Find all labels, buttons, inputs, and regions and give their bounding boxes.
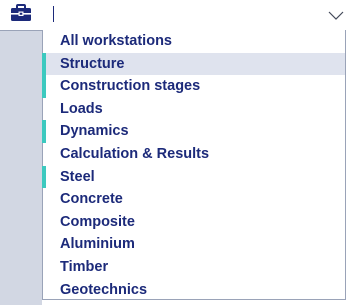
chevron-down-icon[interactable] xyxy=(328,8,344,20)
workstation-combobox[interactable] xyxy=(42,0,347,30)
text-caret xyxy=(53,6,54,22)
option-label: Geotechnics xyxy=(60,281,148,298)
bottom-strip xyxy=(42,300,347,305)
option-label: Timber xyxy=(60,258,109,275)
workstation-dropdown-list: All workstations Structure Construction … xyxy=(42,30,346,300)
workstation-option-all[interactable]: All workstations xyxy=(43,30,345,53)
workstation-option-dynamics[interactable]: Dynamics xyxy=(42,120,345,143)
workstation-option-composite[interactable]: Composite xyxy=(43,211,345,234)
option-label: All workstations xyxy=(60,33,172,49)
workstation-option-geotechnics[interactable]: Geotechnics xyxy=(43,279,345,302)
workstation-option-steel[interactable]: Steel xyxy=(42,165,345,189)
workstation-option-construction-stages[interactable]: Construction stages xyxy=(42,75,345,98)
active-marker xyxy=(42,75,46,98)
option-label: Concrete xyxy=(60,191,123,208)
option-label: Calculation & Results xyxy=(60,145,210,162)
option-label: Composite xyxy=(60,213,135,230)
option-label: Aluminium xyxy=(60,236,135,253)
workstation-option-timber[interactable]: Timber xyxy=(43,256,345,279)
option-label: Loads xyxy=(60,100,103,117)
workstation-option-calculation-results[interactable]: Calculation & Results xyxy=(43,143,345,166)
left-panel xyxy=(0,0,42,305)
toolbox-button[interactable] xyxy=(0,0,42,30)
panel-divider xyxy=(0,30,42,31)
option-label: Structure xyxy=(60,55,125,72)
workstation-option-concrete[interactable]: Concrete xyxy=(43,188,345,211)
option-label: Steel xyxy=(60,168,95,185)
workstation-option-aluminium[interactable]: Aluminium xyxy=(43,233,345,256)
active-marker xyxy=(42,52,46,76)
active-marker xyxy=(42,120,46,143)
workstation-option-structure[interactable]: Structure xyxy=(42,52,345,76)
workstation-option-loads[interactable]: Loads xyxy=(43,98,345,121)
toolbox-icon xyxy=(10,3,32,27)
active-marker xyxy=(42,165,46,189)
option-label: Dynamics xyxy=(60,123,129,140)
option-label: Construction stages xyxy=(60,78,201,95)
